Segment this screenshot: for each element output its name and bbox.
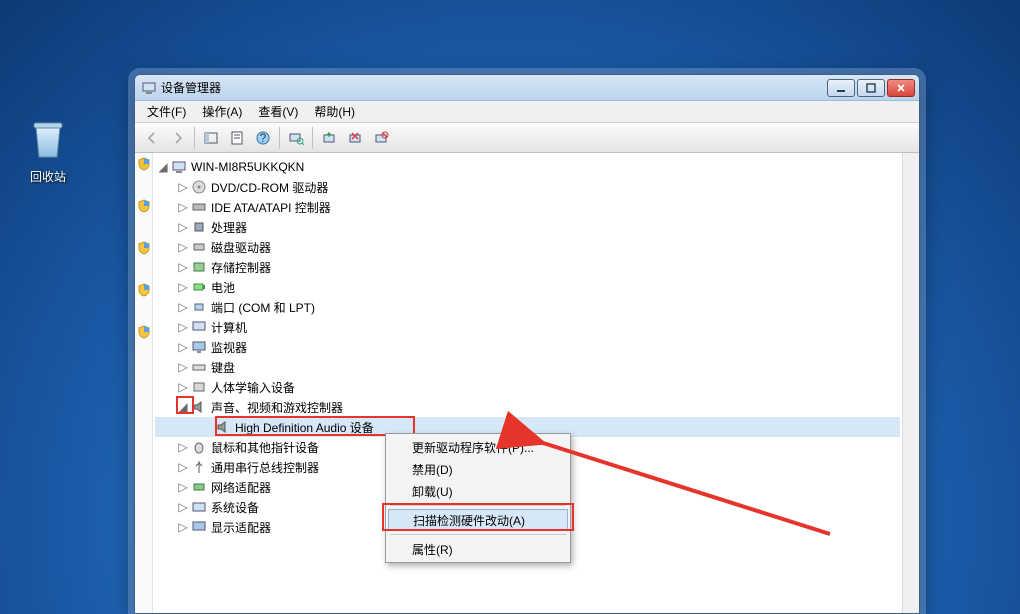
expander-closed-icon[interactable]: ▷ [175,179,191,195]
expander-closed-icon[interactable]: ▷ [175,199,191,215]
expander-closed-icon[interactable]: ▷ [175,279,191,295]
toolbar: ? [135,123,919,153]
menu-action[interactable]: 操作(A) [194,101,250,122]
ctx-update-driver[interactable]: 更新驱动程序软件(P)... [388,436,568,458]
ide-icon [191,199,207,215]
ctx-scan-hardware[interactable]: 扫描检测硬件改动(A) [388,509,568,531]
close-button[interactable] [887,79,915,97]
minimize-button[interactable] [827,79,855,97]
ctx-uninstall[interactable]: 卸载(U) [388,480,568,502]
speaker-icon [191,399,207,415]
network-icon [191,479,207,495]
left-rail [135,153,153,613]
window-title: 设备管理器 [161,79,827,96]
tree-item-dvd[interactable]: ▷DVD/CD-ROM 驱动器 [155,177,900,197]
expander-open-icon[interactable]: ◢ [175,399,191,415]
computer-icon [191,319,207,335]
expander-closed-icon[interactable]: ▷ [175,299,191,315]
computer-icon [141,80,157,96]
tree-item-ide[interactable]: ▷IDE ATA/ATAPI 控制器 [155,197,900,217]
scrollbar[interactable] [902,153,919,613]
tree-item-sound[interactable]: ◢声音、视频和游戏控制器 [155,397,900,417]
uninstall-button[interactable] [343,126,367,150]
disable-button[interactable] [369,126,393,150]
expander-closed-icon[interactable]: ▷ [175,339,191,355]
context-menu: 更新驱动程序软件(P)... 禁用(D) 卸载(U) 扫描检测硬件改动(A) 属… [385,433,571,563]
expander-open-icon[interactable]: ◢ [155,159,171,175]
tree-item-storage[interactable]: ▷存储控制器 [155,257,900,277]
device-tree[interactable]: ◢ WIN-MI8R5UKKQKN ▷DVD/CD-ROM 驱动器 ▷IDE A… [153,153,902,613]
separator [194,127,195,149]
svg-text:?: ? [260,131,267,145]
title-bar[interactable]: 设备管理器 [135,75,919,101]
shield-icon [137,325,151,339]
hid-icon [191,379,207,395]
forward-button[interactable] [166,126,190,150]
root-label: WIN-MI8R5UKKQKN [191,160,304,174]
cpu-icon [191,219,207,235]
keyboard-icon [191,359,207,375]
expander-closed-icon[interactable]: ▷ [175,499,191,515]
computer-icon [171,159,187,175]
port-icon [191,299,207,315]
separator [312,127,313,149]
expander-closed-icon[interactable]: ▷ [175,359,191,375]
monitor-icon [191,339,207,355]
disk-icon [191,239,207,255]
expander-closed-icon[interactable]: ▷ [175,319,191,335]
shield-icon [137,157,151,171]
help-button[interactable]: ? [251,126,275,150]
tree-item-disk[interactable]: ▷磁盘驱动器 [155,237,900,257]
tree-item-keyboard[interactable]: ▷键盘 [155,357,900,377]
menu-help[interactable]: 帮助(H) [306,101,363,122]
expander-closed-icon[interactable]: ▷ [175,459,191,475]
tree-item-hid[interactable]: ▷人体学输入设备 [155,377,900,397]
expander-closed-icon[interactable]: ▷ [175,379,191,395]
menu-bar: 文件(F) 操作(A) 查看(V) 帮助(H) [135,101,919,123]
system-icon [191,499,207,515]
disc-icon [191,179,207,195]
tree-item-ports[interactable]: ▷端口 (COM 和 LPT) [155,297,900,317]
separator [390,534,566,535]
recycle-bin[interactable]: 回收站 [18,115,78,185]
menu-file[interactable]: 文件(F) [139,101,194,122]
usb-icon [191,459,207,475]
expander-closed-icon[interactable]: ▷ [175,259,191,275]
battery-icon [191,279,207,295]
expander-closed-icon[interactable]: ▷ [175,219,191,235]
shield-icon [137,199,151,213]
separator [390,505,566,506]
menu-view[interactable]: 查看(V) [250,101,306,122]
shield-icon [137,241,151,255]
device-manager-window: 设备管理器 文件(F) 操作(A) 查看(V) 帮助(H) ? [134,74,920,614]
separator [279,127,280,149]
display-icon [191,519,207,535]
speaker-icon [215,419,231,435]
shield-icon [137,283,151,297]
update-driver-button[interactable] [317,126,341,150]
tree-root[interactable]: ◢ WIN-MI8R5UKKQKN [155,157,900,177]
storage-icon [191,259,207,275]
properties-button[interactable] [225,126,249,150]
tree-item-monitor[interactable]: ▷监视器 [155,337,900,357]
tree-item-battery[interactable]: ▷电池 [155,277,900,297]
scan-hardware-button[interactable] [284,126,308,150]
expander-closed-icon[interactable]: ▷ [175,439,191,455]
show-hide-console[interactable] [199,126,223,150]
tree-item-cpu[interactable]: ▷处理器 [155,217,900,237]
expander-closed-icon[interactable]: ▷ [175,479,191,495]
ctx-disable[interactable]: 禁用(D) [388,458,568,480]
ctx-properties[interactable]: 属性(R) [388,538,568,560]
tree-item-computer[interactable]: ▷计算机 [155,317,900,337]
expander-closed-icon[interactable]: ▷ [175,239,191,255]
expander-closed-icon[interactable]: ▷ [175,519,191,535]
back-button[interactable] [140,126,164,150]
window-controls [827,79,915,97]
recycle-bin-icon [24,115,72,163]
mouse-icon [191,439,207,455]
recycle-bin-label: 回收站 [18,168,78,185]
maximize-button[interactable] [857,79,885,97]
